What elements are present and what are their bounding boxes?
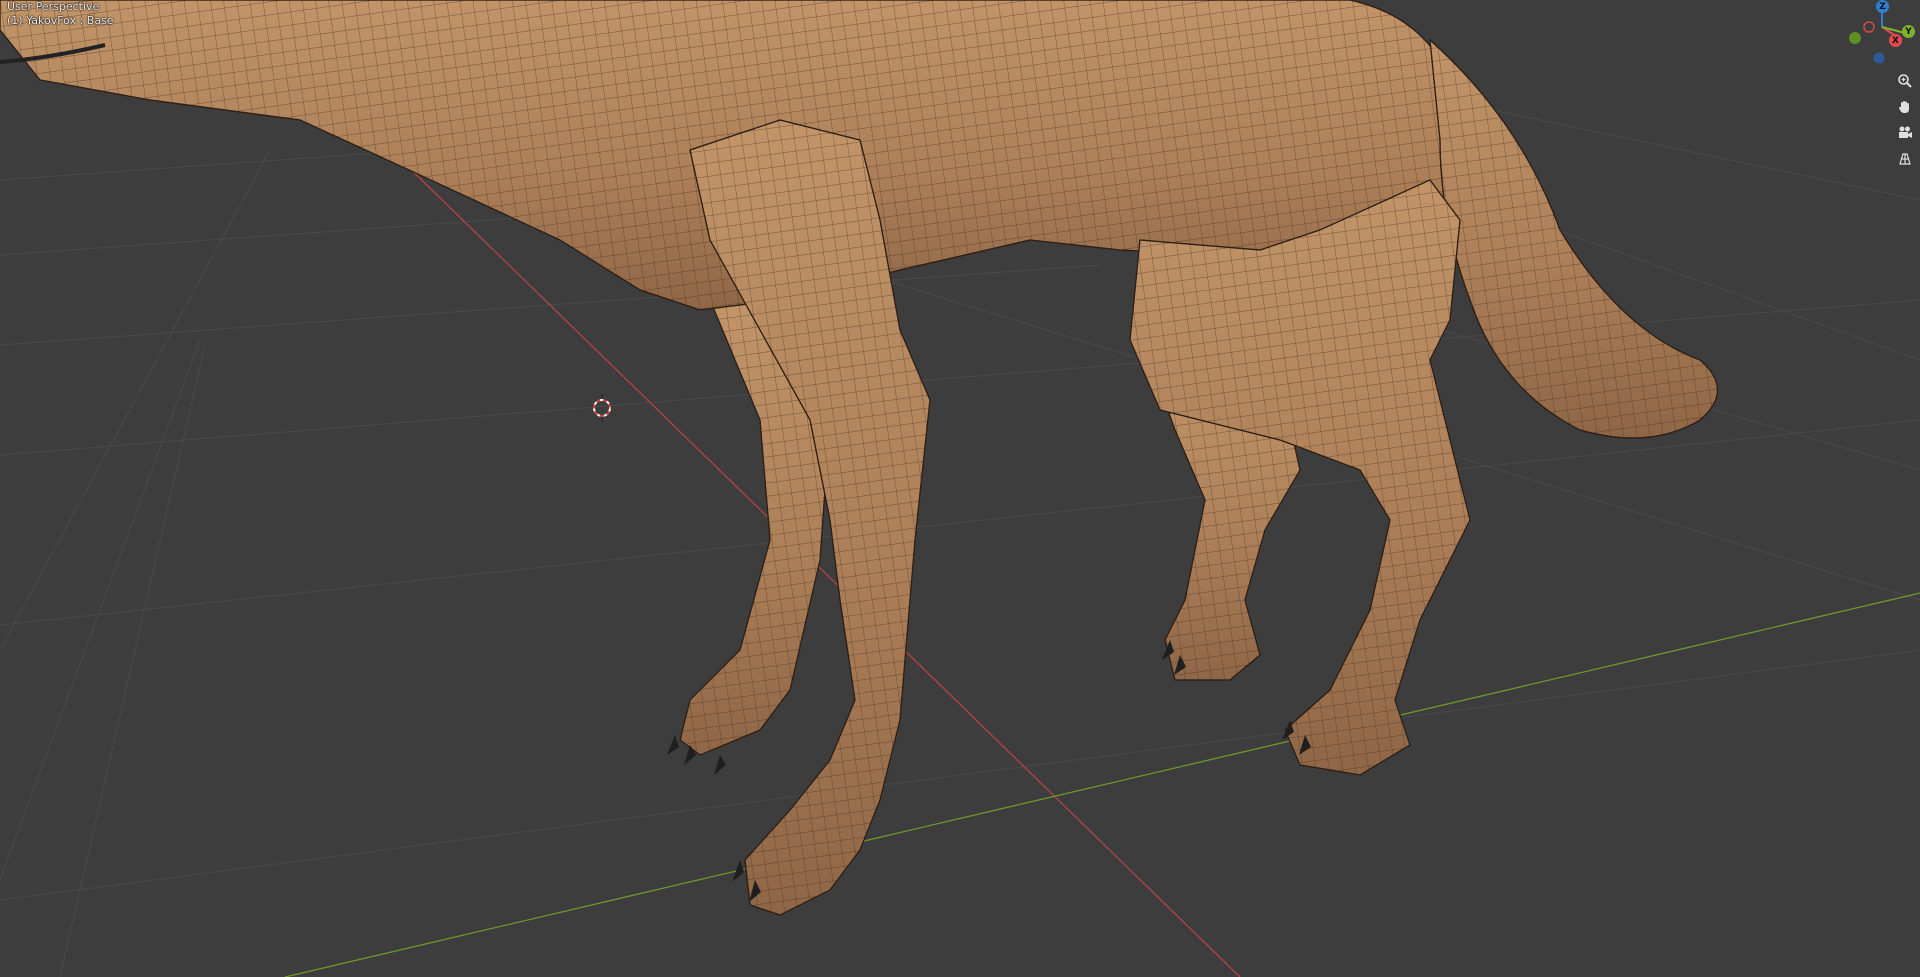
- navigation-gizmo[interactable]: Z Y X: [1845, 0, 1920, 70]
- gizmo-z-axis[interactable]: Z: [1876, 0, 1889, 13]
- y-axis-line: [284, 592, 1920, 977]
- 3d-cursor-icon: [593, 394, 611, 422]
- grid-icon[interactable]: [1894, 148, 1916, 170]
- hand-pan-icon[interactable]: [1894, 96, 1916, 118]
- zoom-icon[interactable]: [1894, 70, 1916, 92]
- 3d-viewport[interactable]: User Perspective (1) YakovFox : Base Z Y…: [0, 0, 1920, 977]
- gizmo-x-axis[interactable]: X: [1889, 34, 1902, 47]
- gizmo-y-axis[interactable]: Y: [1902, 25, 1915, 38]
- camera-icon[interactable]: [1894, 122, 1916, 144]
- viewport-scene: [0, 0, 1920, 977]
- view-label: User Perspective: [7, 0, 100, 13]
- object-label: (1) YakovFox : Base: [7, 14, 114, 27]
